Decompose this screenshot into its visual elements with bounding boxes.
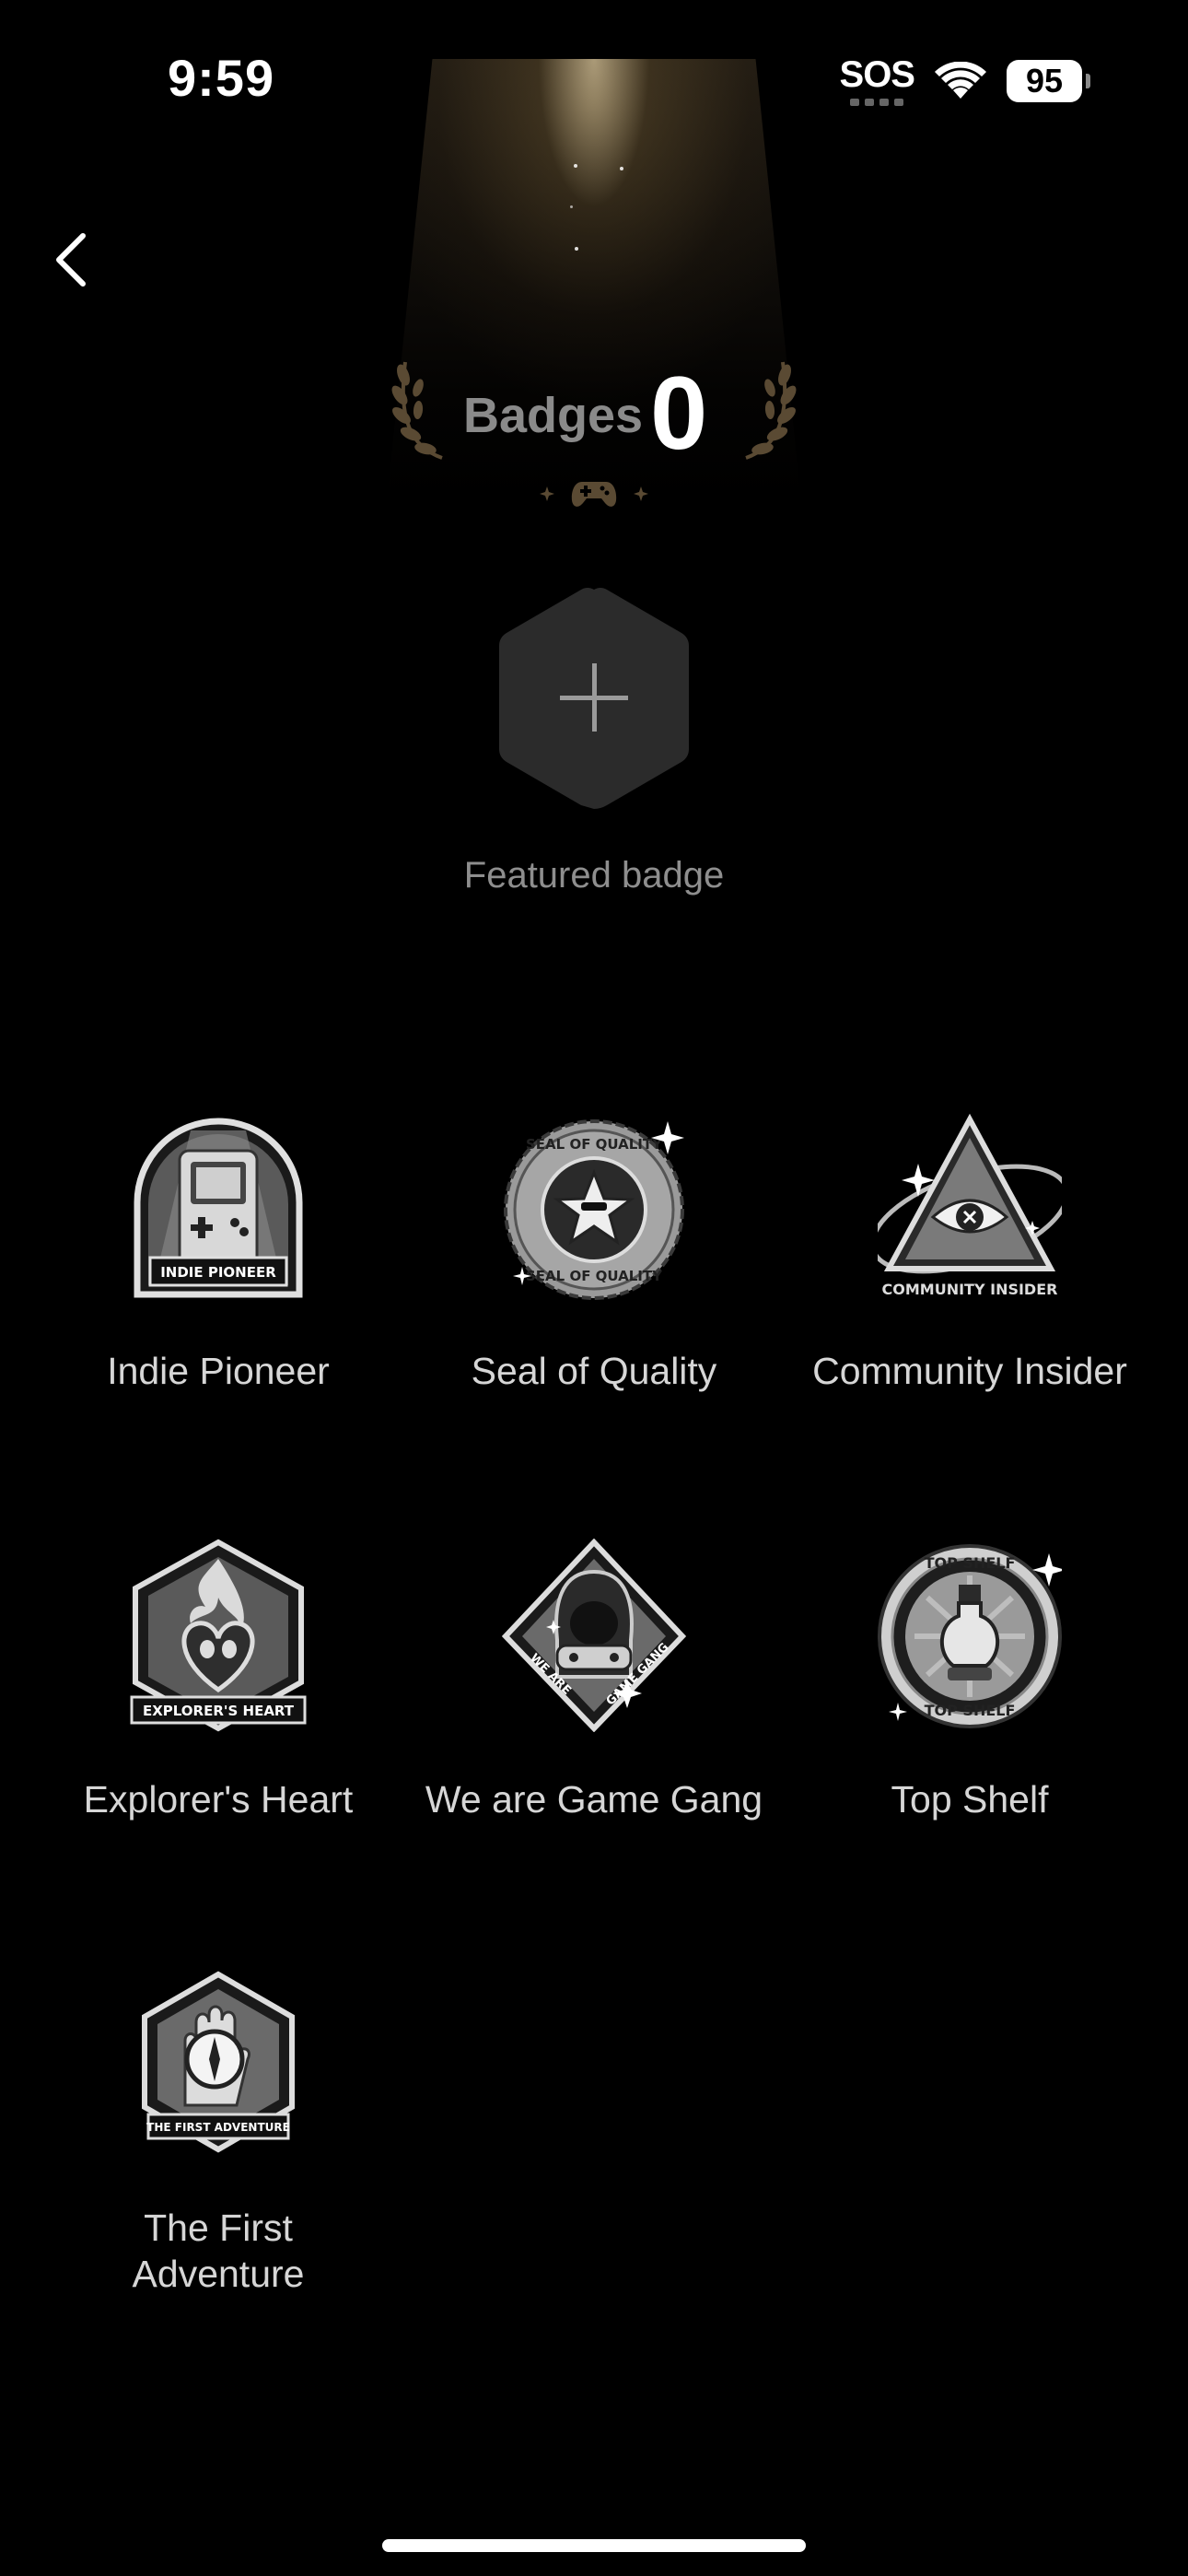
chevron-left-icon [56, 233, 86, 287]
badge-label: Explorer's Heart [83, 1778, 354, 1821]
sparkle-dot [620, 167, 623, 170]
sparkle-icon [540, 486, 554, 501]
badge-label: Seal of Quality [471, 1350, 717, 1392]
badge-label: The First Adventure [132, 2207, 305, 2295]
badge-label: Indie Pioneer [107, 1350, 330, 1392]
potion-bottle-badge-icon: TOP SHELF TOP SHELF [878, 1544, 1062, 1728]
laurel-right-icon [745, 361, 797, 460]
sos-indicator: SOS [839, 54, 915, 106]
svg-text:TOP SHELF: TOP SHELF [925, 1554, 1016, 1572]
svg-text:COMMUNITY INSIDER: COMMUNITY INSIDER [882, 1281, 1058, 1298]
badge-label: We are Game Gang [425, 1778, 763, 1821]
battery-indicator: 95 [1007, 60, 1090, 102]
status-indicators: SOS 95 [839, 53, 1090, 109]
badge-label: Community Insider [812, 1350, 1127, 1392]
svg-text:TOP SHELF: TOP SHELF [925, 1702, 1016, 1719]
header-decoration [530, 472, 658, 516]
hexagon-slot [499, 588, 689, 809]
svg-text:SEAL OF QUALITY: SEAL OF QUALITY [526, 1136, 663, 1153]
badges-count: 0 [650, 356, 708, 471]
pyramid-eye-badge-icon: COMMUNITY INSIDER [878, 1113, 1062, 1298]
hooded-figure-badge-icon: WE ARE GAME GANG [502, 1539, 686, 1732]
status-time: 9:59 [168, 49, 275, 107]
wifi-icon [935, 62, 986, 99]
flaming-heart-badge-icon: EXPLORER'S HEART [130, 1539, 307, 1732]
compass-hand-badge-icon: THE FIRST ADVENTURE [142, 1971, 295, 2153]
svg-text:EXPLORER'S HEART: EXPLORER'S HEART [143, 1703, 295, 1719]
gamepad-icon [571, 482, 617, 507]
sparkle-dot [575, 247, 578, 251]
handheld-console-badge-icon: INDIE PIONEER [134, 1118, 303, 1298]
sparkle-dot [574, 164, 577, 168]
sparkle-dot [570, 205, 573, 208]
back-button[interactable] [44, 225, 96, 295]
sos-label: SOS [839, 54, 915, 95]
star-seal-badge-icon: SEAL OF QUALITY SEAL OF QUALITY [504, 1119, 684, 1300]
laurel-left-icon [391, 361, 443, 460]
badge-label: Top Shelf [891, 1778, 1049, 1821]
badges-title: Badges [463, 388, 644, 443]
svg-text:THE FIRST ADVENTURE: THE FIRST ADVENTURE [146, 2121, 290, 2134]
home-indicator[interactable] [382, 2539, 806, 2552]
featured-badge-label: Featured badge [463, 855, 725, 896]
badges-count-header: Badges 0 [0, 355, 1188, 484]
svg-text:INDIE PIONEER: INDIE PIONEER [160, 1264, 276, 1281]
svg-text:SEAL OF QUALITY: SEAL OF QUALITY [526, 1268, 663, 1284]
sparkle-icon [634, 486, 648, 501]
signal-dots-icon [850, 99, 904, 106]
featured-badge-slot[interactable] [494, 584, 694, 811]
